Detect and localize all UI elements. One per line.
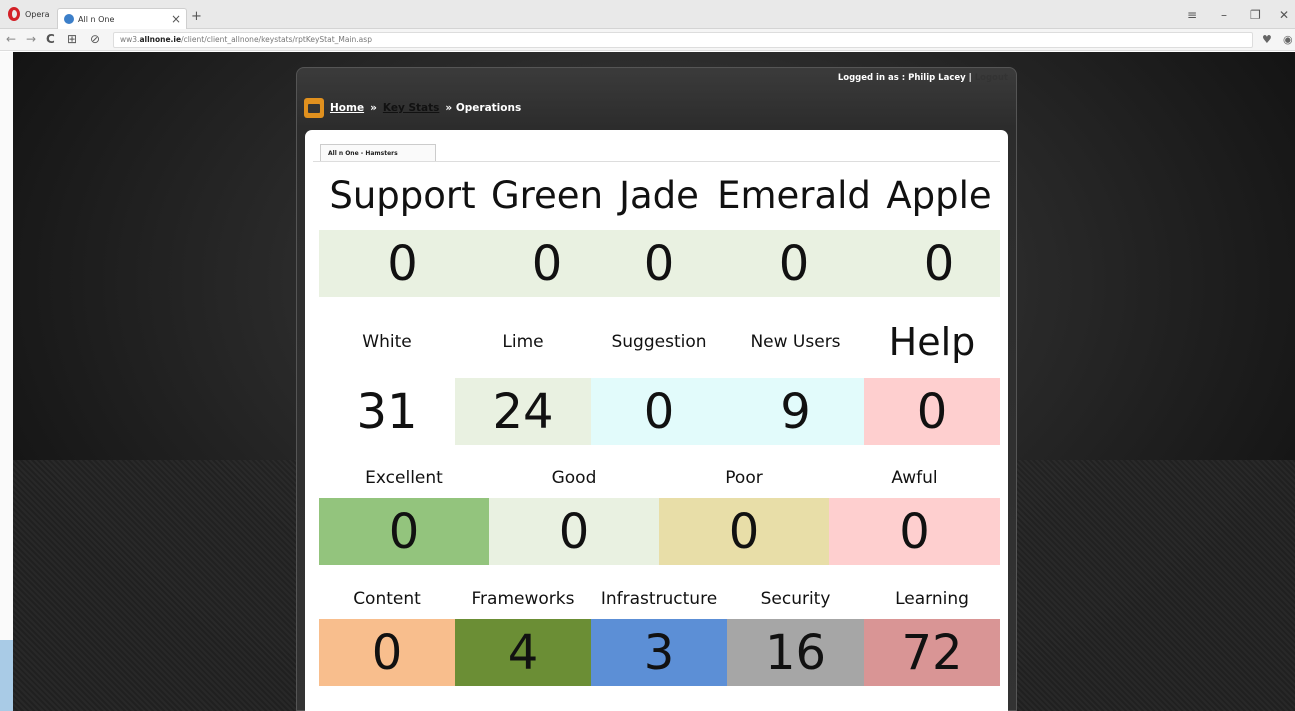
value-apple: 0 xyxy=(923,235,955,292)
value-security: 16 xyxy=(727,619,864,686)
section1-values: 0 0 0 0 0 xyxy=(319,230,1000,297)
breadcrumb-home[interactable]: Home xyxy=(330,102,364,114)
value-white: 31 xyxy=(356,383,418,440)
label-lime: Lime xyxy=(502,332,544,352)
section2-values: 31 24 0 9 0 xyxy=(319,378,1000,445)
breadcrumb-keystats[interactable]: Key Stats xyxy=(383,102,440,114)
section4-values: 0 4 3 16 72 xyxy=(319,619,1000,686)
browser-tab-bar: Opera All n One × + ≡ – ❐ ✕ xyxy=(0,0,1295,29)
minimize-icon[interactable]: – xyxy=(1221,8,1227,22)
opera-logo-icon xyxy=(8,7,20,21)
value-learning: 72 xyxy=(864,619,1000,686)
forward-icon[interactable]: → xyxy=(26,32,36,46)
value-support: 0 xyxy=(387,235,418,292)
logout-link[interactable]: Logout xyxy=(975,73,1008,83)
label-apple: Apple xyxy=(886,173,992,217)
breadcrumb-sep: » xyxy=(370,102,377,114)
value-help: 0 xyxy=(864,378,1000,445)
value-lime: 24 xyxy=(455,378,591,445)
label-new-users: New Users xyxy=(750,332,841,352)
label-security: Security xyxy=(760,589,831,609)
value-jade: 0 xyxy=(643,235,675,292)
dashboard-icon xyxy=(304,98,324,118)
url-prefix: ww3. xyxy=(120,35,140,44)
stats-panel: All n One - Hamsters Support Green Jade … xyxy=(305,130,1008,711)
value-poor: 0 xyxy=(659,498,829,565)
value-excellent: 0 xyxy=(319,498,489,565)
breadcrumb-current: » Operations xyxy=(445,102,522,114)
back-icon[interactable]: ← xyxy=(6,32,16,46)
tab-close-icon[interactable]: × xyxy=(171,12,181,26)
label-help: Help xyxy=(888,320,976,364)
label-poor: Poor xyxy=(725,468,763,488)
label-support: Support xyxy=(329,173,476,217)
value-content: 0 xyxy=(319,619,455,686)
section4-labels: Content Frameworks Infrastructure Securi… xyxy=(319,584,1000,614)
tab-hamsters[interactable]: All n One - Hamsters xyxy=(320,144,436,161)
site-info-icon[interactable]: ⊘ xyxy=(90,32,100,46)
value-good: 0 xyxy=(489,498,659,565)
new-tab-icon[interactable]: + xyxy=(191,9,202,24)
tab-menu-icon[interactable]: ≡ xyxy=(1187,8,1197,22)
opera-menu-label: Opera xyxy=(25,9,50,19)
value-emerald: 0 xyxy=(778,235,810,292)
label-suggestion: Suggestion xyxy=(611,332,707,352)
opera-menu-button[interactable]: Opera xyxy=(8,5,50,23)
app-frame: Logged in as : Philip Lacey | Logout Hom… xyxy=(296,67,1017,711)
tab-title: All n One xyxy=(78,14,115,24)
label-good: Good xyxy=(551,468,597,488)
url-path: /client/client_allnone/keystats/rptKeySt… xyxy=(181,35,372,44)
left-panel-accent xyxy=(0,640,13,711)
value-green: 0 xyxy=(531,235,563,292)
left-panel xyxy=(0,52,13,711)
value-suggestion: 0 xyxy=(591,378,727,445)
label-jade: Jade xyxy=(619,173,699,217)
value-frameworks: 4 xyxy=(455,619,591,686)
label-frameworks: Frameworks xyxy=(471,589,575,609)
login-status: Logged in as : Philip Lacey | Logout xyxy=(838,73,1008,83)
breadcrumb: Home » Key Stats » Operations xyxy=(304,98,521,118)
address-bar: ← → C ⊞ ⊘ ww3.allnone.ie/client/client_a… xyxy=(0,29,1295,51)
logged-in-text: Logged in as : Philip Lacey | xyxy=(837,73,972,83)
label-excellent: Excellent xyxy=(365,468,443,488)
close-window-icon[interactable]: ✕ xyxy=(1279,8,1289,22)
browser-tab[interactable]: All n One × xyxy=(57,8,187,29)
label-learning: Learning xyxy=(895,589,969,609)
url-domain: allnone.ie xyxy=(139,35,182,44)
heart-icon[interactable]: ♥ xyxy=(1262,33,1272,46)
url-field[interactable]: ww3.allnone.ie/client/client_allnone/key… xyxy=(113,32,1253,48)
section3-labels: Excellent Good Poor Awful xyxy=(319,463,1000,493)
label-green: Green xyxy=(490,173,604,217)
value-awful: 0 xyxy=(829,498,1000,565)
label-content: Content xyxy=(353,589,421,609)
reload-icon[interactable]: C xyxy=(46,32,55,46)
speed-dial-icon[interactable]: ⊞ xyxy=(67,32,77,46)
section1-labels: Support Green Jade Emerald Apple xyxy=(319,170,1000,220)
value-infrastructure: 3 xyxy=(591,619,727,686)
tab-divider xyxy=(313,161,1000,162)
maximize-icon[interactable]: ❐ xyxy=(1250,8,1261,22)
site-favicon-icon xyxy=(64,14,74,24)
section3-values: 0 0 0 0 xyxy=(319,498,1000,565)
value-new-users: 9 xyxy=(727,378,864,445)
section2-labels: White Lime Suggestion New Users Help xyxy=(319,320,1000,364)
profile-icon[interactable]: ◉ xyxy=(1283,33,1293,46)
label-awful: Awful xyxy=(891,468,938,488)
label-emerald: Emerald xyxy=(717,173,871,217)
label-infrastructure: Infrastructure xyxy=(600,589,718,609)
label-white: White xyxy=(362,332,412,352)
